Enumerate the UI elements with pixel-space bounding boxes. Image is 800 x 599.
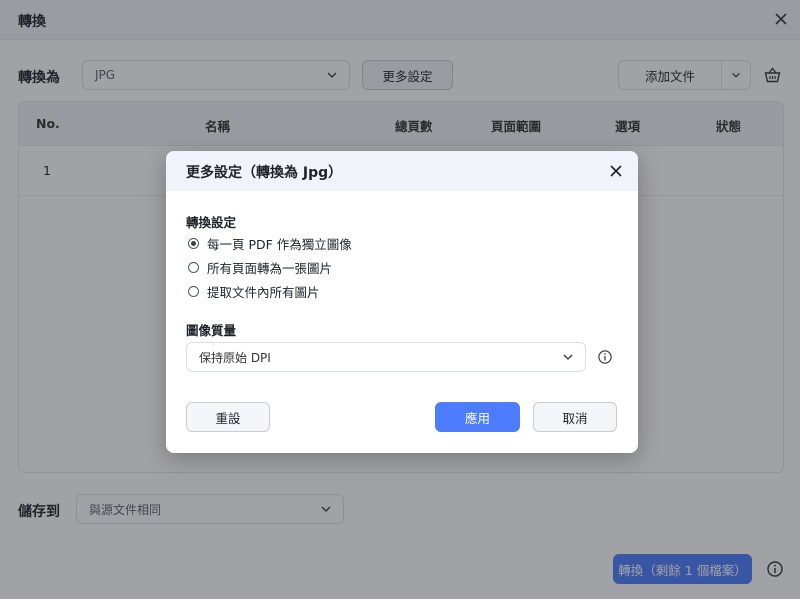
radio-unchecked-icon[interactable]	[188, 261, 199, 273]
info-icon	[598, 350, 612, 364]
option-label: 每一頁 PDF 作為獨立圖像	[207, 236, 352, 252]
radio-checked-icon[interactable]	[188, 237, 199, 249]
option-label: 所有頁面轉為一張圖片	[207, 260, 333, 276]
image-quality-info-button[interactable]	[596, 348, 614, 366]
option-extract-images[interactable]: 提取文件內所有圖片	[188, 282, 320, 300]
cancel-button[interactable]: 取消	[533, 402, 617, 432]
image-quality-value: 保持原始 DPI	[199, 350, 271, 365]
radio-unchecked-icon[interactable]	[188, 285, 199, 297]
dialog-close-button[interactable]	[606, 161, 626, 181]
option-merge-to-one-image[interactable]: 所有頁面轉為一張圖片	[188, 258, 332, 276]
close-icon	[610, 165, 622, 177]
dialog-header: 更多設定（轉換為 Jpg）	[166, 151, 638, 191]
image-quality-select[interactable]: 保持原始 DPI	[186, 342, 586, 372]
convert-settings-title: 轉換設定	[186, 215, 237, 230]
dialog-title: 更多設定（轉換為 Jpg）	[186, 165, 343, 181]
option-each-page-image[interactable]: 每一頁 PDF 作為獨立圖像	[188, 234, 352, 252]
option-label: 提取文件內所有圖片	[207, 284, 320, 300]
image-quality-title: 圖像質量	[186, 323, 237, 338]
chevron-down-icon	[563, 354, 573, 361]
reset-button[interactable]: 重設	[186, 402, 270, 432]
apply-button[interactable]: 應用	[435, 402, 520, 432]
more-settings-dialog: 更多設定（轉換為 Jpg） 轉換設定 每一頁 PDF 作為獨立圖像 所有頁面轉為…	[166, 151, 638, 453]
